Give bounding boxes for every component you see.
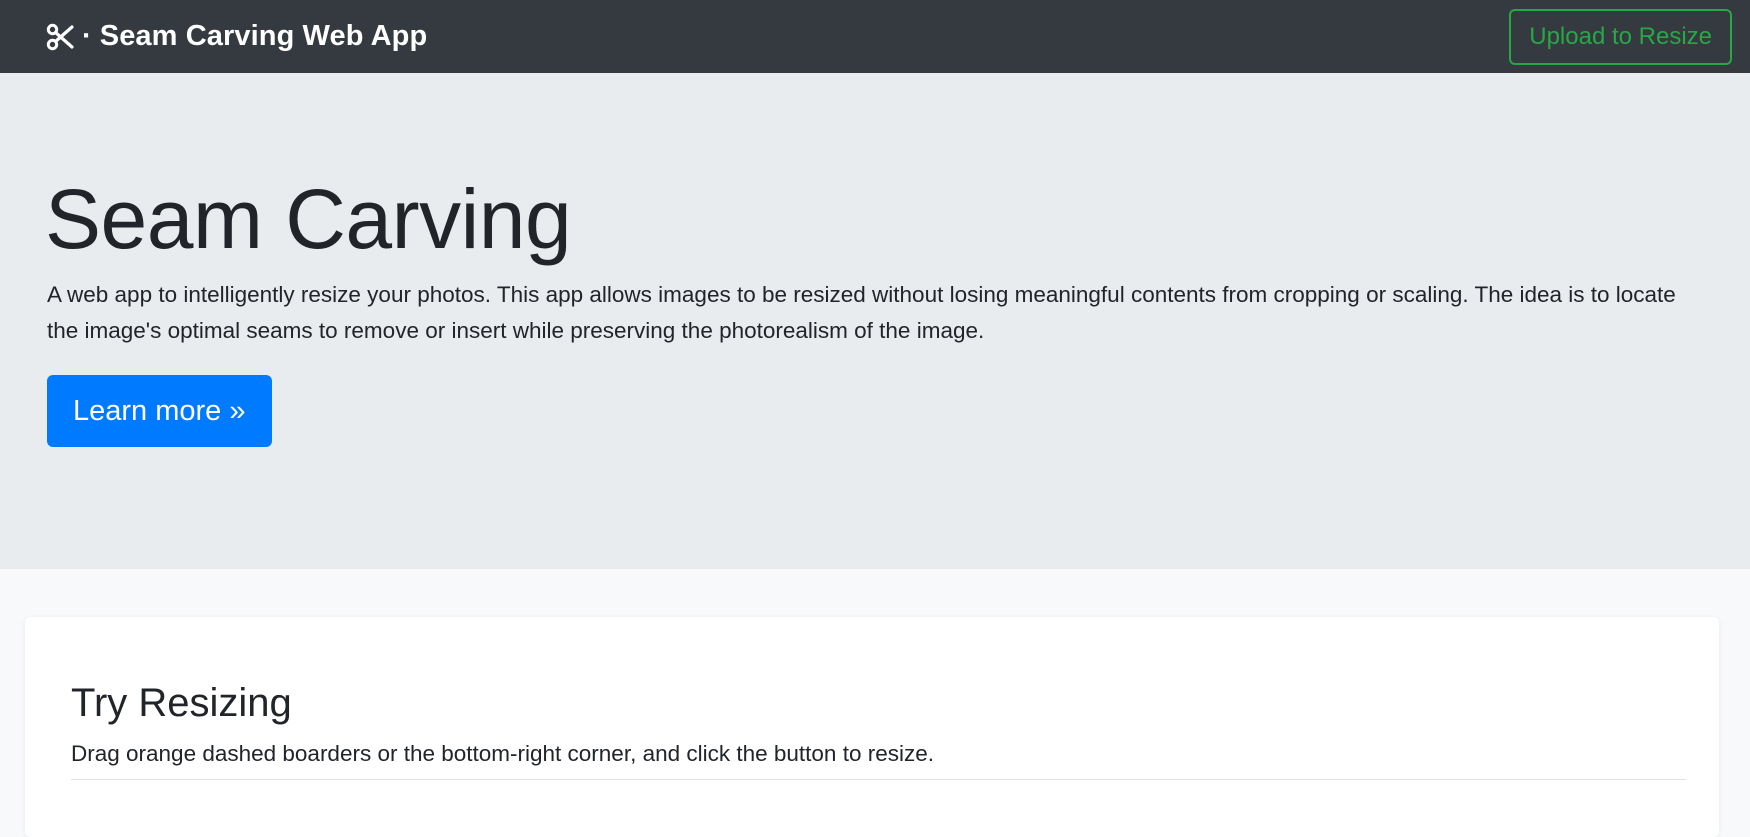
section-divider: [71, 779, 1686, 780]
resize-instructions: Drag orange dashed boarders or the botto…: [71, 741, 934, 766]
brand-separator: ·: [82, 20, 92, 52]
top-navbar: · Seam Carving Web App Upload to Resize: [0, 0, 1750, 73]
hero-title: Seam Carving: [45, 172, 572, 266]
brand-link[interactable]: · Seam Carving Web App: [46, 20, 427, 53]
upload-to-resize-button[interactable]: Upload to Resize: [1509, 8, 1732, 65]
hero-description: A web app to intelligently resize your p…: [47, 282, 1676, 344]
hero-jumbotron: Seam Carving A web app to intelligently …: [0, 73, 1750, 569]
try-resizing-title: Try Resizing: [71, 681, 292, 725]
brand-title: Seam Carving Web App: [99, 20, 428, 52]
scissors-icon: [46, 23, 74, 51]
try-resizing-card: Try Resizing Drag orange dashed boarders…: [25, 617, 1719, 837]
learn-more-button[interactable]: Learn more »: [47, 375, 272, 448]
